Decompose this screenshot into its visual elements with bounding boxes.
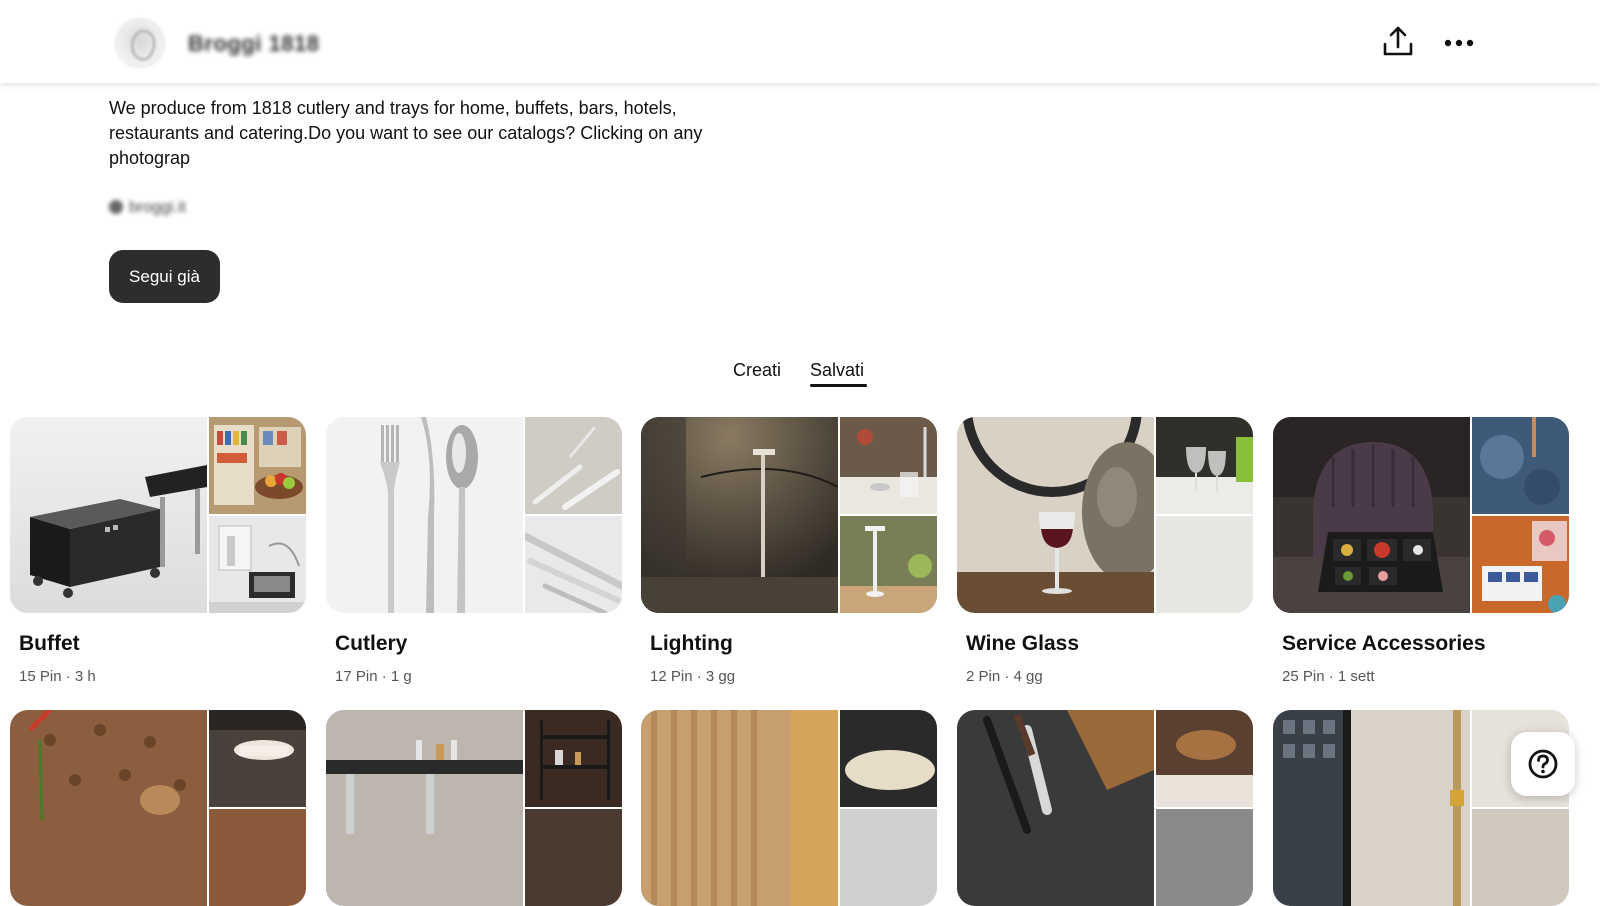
tab-saved[interactable]: Salvati bbox=[810, 360, 864, 381]
board-cover-thumb-image bbox=[1156, 516, 1253, 613]
board-cover-thumb-image bbox=[840, 516, 937, 613]
board-cover-main-image bbox=[641, 710, 838, 906]
board-card[interactable] bbox=[641, 710, 937, 906]
board-cover-thumb-image bbox=[525, 710, 622, 807]
board-title: Buffet bbox=[19, 632, 80, 655]
board-title: Wine Glass bbox=[966, 632, 1080, 655]
profile-header: Broggi 1818 bbox=[0, 0, 1600, 83]
board-meta: 25 Pin · 1 sett bbox=[1282, 668, 1375, 685]
board-meta: 12 Pin · 3 gg bbox=[650, 668, 736, 685]
board-cover bbox=[326, 710, 622, 906]
board-cover-main-image bbox=[957, 710, 1154, 906]
board-cover-thumb-image bbox=[209, 809, 306, 906]
more-horizontal-icon bbox=[1444, 39, 1474, 47]
board-cover-main-image bbox=[10, 417, 207, 613]
board-card-buffet[interactable]: Buffet 15 Pin · 3 h bbox=[10, 417, 306, 685]
board-cover-thumb-image bbox=[1156, 417, 1253, 514]
board-cover-main-image bbox=[326, 417, 523, 613]
board-cover-thumb-image bbox=[1156, 710, 1253, 807]
tab-created[interactable]: Creati bbox=[733, 360, 781, 381]
board-cover bbox=[957, 417, 1253, 613]
board-cover-main-image bbox=[641, 417, 838, 613]
profile-avatar[interactable] bbox=[115, 18, 165, 68]
board-cover-thumb-image bbox=[840, 417, 937, 514]
board-cover-thumb-image bbox=[1472, 417, 1569, 514]
board-cover-thumb-image bbox=[525, 516, 622, 613]
board-cover-thumb-image bbox=[209, 417, 306, 514]
board-cover-thumb-image bbox=[525, 417, 622, 514]
more-options-button[interactable] bbox=[1437, 20, 1481, 64]
board-title: Lighting bbox=[650, 632, 733, 655]
board-cover-main-image bbox=[1273, 710, 1470, 906]
board-cover-main-image bbox=[957, 417, 1154, 613]
share-button[interactable] bbox=[1376, 20, 1420, 64]
active-tab-indicator bbox=[810, 384, 867, 387]
board-card[interactable] bbox=[326, 710, 622, 906]
board-cover-thumb-image bbox=[1472, 809, 1569, 906]
board-cover-thumb-image bbox=[209, 516, 306, 613]
board-cover-thumb-image bbox=[840, 809, 937, 906]
profile-name[interactable]: Broggi 1818 bbox=[188, 31, 319, 57]
board-meta: 17 Pin · 1 g bbox=[335, 668, 412, 685]
board-cover bbox=[10, 417, 306, 613]
board-card[interactable] bbox=[10, 710, 306, 906]
board-card-cutlery[interactable]: Cutlery 17 Pin · 1 g bbox=[326, 417, 622, 685]
board-meta: 15 Pin · 3 h bbox=[19, 668, 96, 685]
board-cover-thumb-image bbox=[525, 809, 622, 906]
board-cover bbox=[10, 710, 306, 906]
board-cover bbox=[641, 417, 937, 613]
board-card-lighting[interactable]: Lighting 12 Pin · 3 gg bbox=[641, 417, 937, 685]
board-cover-thumb-image bbox=[209, 710, 306, 807]
board-cover-main-image bbox=[326, 710, 523, 906]
board-cover bbox=[326, 417, 622, 613]
board-title: Cutlery bbox=[335, 632, 408, 655]
help-question-icon bbox=[1528, 749, 1558, 779]
share-upload-icon bbox=[1383, 26, 1413, 56]
board-card-wine-glass[interactable]: Wine Glass 2 Pin · 4 gg bbox=[957, 417, 1253, 685]
board-card-service-accessories[interactable]: Service Accessories 25 Pin · 1 sett bbox=[1273, 417, 1569, 685]
board-title: Service Accessories bbox=[1282, 632, 1486, 655]
help-button[interactable] bbox=[1511, 732, 1575, 796]
profile-bio: We produce from 1818 cutlery and trays f… bbox=[109, 98, 703, 168]
board-cover-thumb-image bbox=[840, 710, 937, 807]
board-meta: 2 Pin · 4 gg bbox=[966, 668, 1043, 685]
board-cover-main-image bbox=[1273, 417, 1470, 613]
profile-website-link[interactable]: broggi.it bbox=[109, 199, 186, 217]
follow-button[interactable]: Segui già bbox=[109, 250, 220, 303]
board-card[interactable] bbox=[957, 710, 1253, 906]
board-cover-main-image bbox=[10, 710, 207, 906]
board-cover bbox=[957, 710, 1253, 906]
board-cover-thumb-image bbox=[1472, 516, 1569, 613]
board-cover bbox=[1273, 417, 1569, 613]
board-cover bbox=[641, 710, 937, 906]
board-cover-thumb-image bbox=[1156, 809, 1253, 906]
